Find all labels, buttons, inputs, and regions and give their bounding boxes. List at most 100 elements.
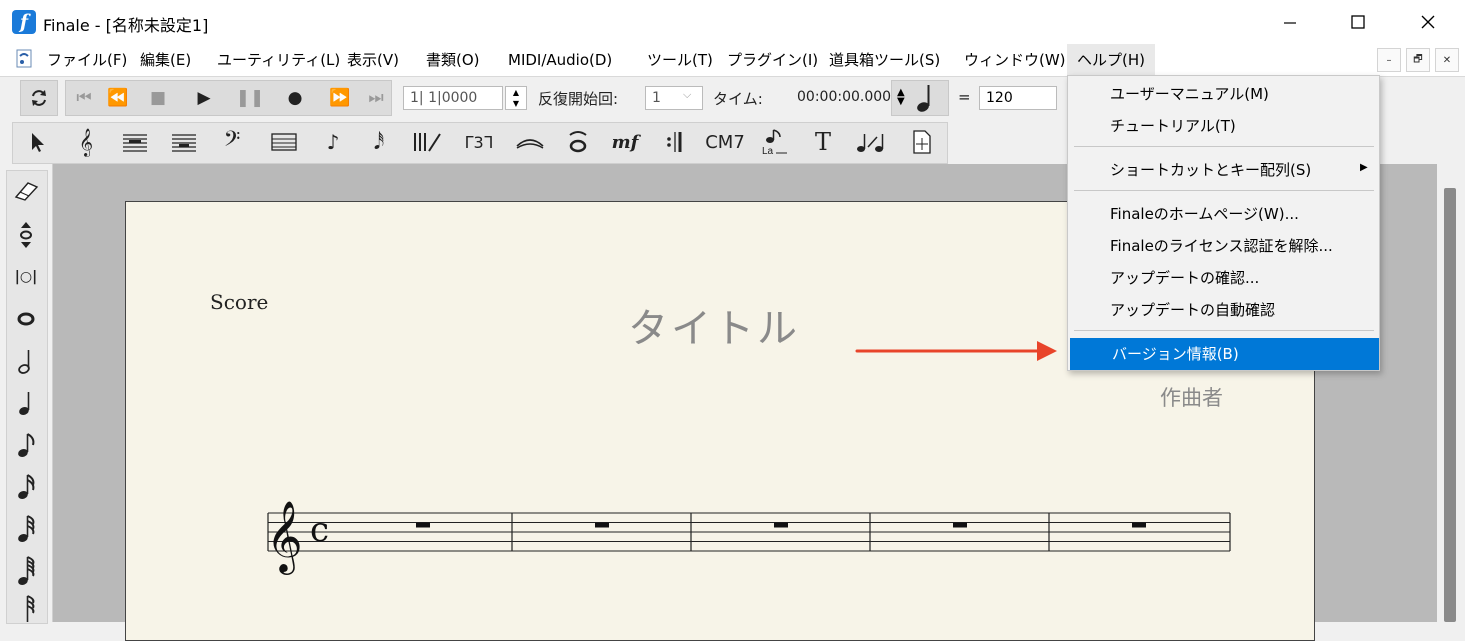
clef-tool-icon[interactable]: 𝄢	[211, 121, 253, 163]
close-icon	[1421, 15, 1435, 29]
mirror-tool-icon[interactable]	[851, 121, 893, 163]
repeat-start-label: 反復開始回:	[538, 90, 619, 108]
mdi-close-button[interactable]: ✕	[1435, 48, 1459, 72]
slur-tool-icon[interactable]	[509, 121, 551, 163]
lyrics-tool-icon[interactable]: La	[753, 121, 795, 163]
menu-tools[interactable]: ツール(T)	[647, 44, 713, 76]
common-time-signature: c	[310, 510, 329, 550]
title-bar	[0, 0, 1465, 44]
fast-forward-icon[interactable]: ⏩	[322, 80, 358, 116]
sixteenth-note-icon[interactable]	[6, 468, 46, 506]
time-label: タイム:	[713, 90, 763, 108]
chord-tool-icon[interactable]: CM7	[704, 121, 746, 163]
tuplet-tool-icon[interactable]: ᒥ3ᒣ	[458, 121, 500, 163]
repeat-count-select[interactable]: 1	[645, 86, 703, 110]
rewind-start-icon[interactable]: ⏮	[66, 80, 102, 116]
pause-icon[interactable]: ❚❚	[232, 80, 268, 116]
menu-item-tutorial[interactable]: チュートリアル(T)	[1068, 110, 1379, 142]
minimize-icon	[1284, 22, 1296, 24]
simple-entry-tool-icon[interactable]	[114, 121, 156, 163]
expression-note-tool-icon[interactable]	[557, 121, 599, 163]
half-note-icon[interactable]	[6, 342, 46, 380]
vertical-scrollbar-thumb[interactable]	[1444, 188, 1456, 622]
score-part-label[interactable]: Score	[210, 290, 268, 314]
key-signature-tool-icon[interactable]	[263, 121, 305, 163]
menu-item-homepage[interactable]: Finaleのホームページ(W)...	[1068, 198, 1379, 230]
menu-help[interactable]: ヘルプ(H)	[1067, 44, 1155, 76]
breve-rest-icon[interactable]: |○|	[6, 258, 46, 296]
menu-edit[interactable]: 編集(E)	[140, 44, 191, 76]
play-icon[interactable]: ▶	[186, 80, 222, 116]
stop-icon[interactable]: ■	[140, 80, 176, 116]
refresh-icon	[32, 90, 46, 106]
eraser-icon[interactable]	[6, 172, 46, 210]
help-dropdown-menu: ユーザーマニュアル(M) チュートリアル(T) ショートカットとキー配列(S) …	[1067, 75, 1380, 371]
menu-utilities[interactable]: ユーティリティ(L)	[217, 44, 340, 76]
whole-rest	[595, 522, 609, 528]
thirty-second-note-icon[interactable]	[6, 510, 46, 548]
menu-toolbox-tools[interactable]: 道具箱ツール(S)	[829, 44, 940, 76]
menu-item-check-updates[interactable]: アップデートの確認...	[1068, 262, 1379, 294]
menu-item-deauthorize[interactable]: Finaleのライセンス認証を解除...	[1068, 230, 1379, 262]
maximize-button[interactable]	[1323, 0, 1393, 44]
whole-rest	[774, 522, 788, 528]
menu-item-version-info[interactable]: バージョン情報(B)	[1070, 338, 1379, 370]
mdi-restore-button[interactable]: 🗗	[1406, 48, 1430, 72]
tie-flip-icon[interactable]	[6, 216, 46, 254]
menu-separator	[1074, 146, 1374, 147]
rewind-icon[interactable]: ⏪	[100, 80, 136, 116]
tempo-field[interactable]: 120	[979, 86, 1057, 110]
refresh-button[interactable]	[20, 80, 58, 116]
menu-item-shortcuts[interactable]: ショートカットとキー配列(S)	[1068, 154, 1379, 186]
svg-text:La: La	[762, 146, 774, 156]
score-title[interactable]: タイトル	[628, 296, 800, 354]
forward-end-icon[interactable]: ⏭	[358, 80, 394, 116]
minimize-button[interactable]	[1255, 0, 1325, 44]
smart-shape-tool-icon[interactable]	[407, 121, 449, 163]
speedy-entry-tool-icon[interactable]	[163, 121, 205, 163]
tempo-spinner-icon[interactable]: ▲ ▼	[897, 88, 905, 107]
window-title: Finale - [名称未設定1]	[43, 16, 209, 35]
quarter-note-tool-icon[interactable]	[6, 384, 46, 422]
expression-tool-icon[interactable]: mf	[604, 121, 646, 163]
articulation-tool-icon[interactable]: 𝅘𝅥𝅰	[358, 121, 400, 163]
menu-separator	[1074, 330, 1374, 331]
menu-window[interactable]: ウィンドウ(W)	[964, 44, 1066, 76]
menu-document[interactable]: 書類(O)	[426, 44, 480, 76]
hundred-twenty-eighth-note-icon[interactable]	[6, 594, 46, 622]
sixty-fourth-note-icon[interactable]	[6, 552, 46, 590]
menu-view[interactable]: 表示(V)	[347, 44, 399, 76]
eighth-note-tool-icon[interactable]: ♪	[312, 121, 354, 163]
staff-system[interactable]: 𝄞 c	[260, 495, 1240, 575]
submenu-arrow-icon: ▶	[1360, 162, 1368, 173]
mdi-minimize-button[interactable]: –	[1377, 48, 1401, 72]
resize-tool-icon[interactable]	[901, 121, 943, 163]
menu-separator	[1074, 190, 1374, 191]
menu-item-user-manual[interactable]: ユーザーマニュアル(M)	[1068, 78, 1379, 110]
close-button[interactable]	[1393, 0, 1463, 44]
whole-rest	[1132, 522, 1146, 528]
menu-file[interactable]: ファイル(F)	[47, 44, 127, 76]
selection-tool-icon[interactable]	[17, 121, 59, 163]
whole-note-icon[interactable]	[6, 300, 46, 338]
document-icon[interactable]	[14, 48, 36, 70]
menu-midi-audio[interactable]: MIDI/Audio(D)	[508, 44, 612, 76]
chevron-down-icon: ⌵	[683, 88, 692, 101]
quarter-note-icon	[913, 82, 937, 118]
text-tool-icon[interactable]: T	[802, 121, 844, 163]
menu-item-auto-update[interactable]: アップデートの自動確認	[1068, 294, 1379, 326]
maximize-icon	[1351, 15, 1365, 29]
menu-plugins[interactable]: プラグイン(I)	[727, 44, 818, 76]
tempo-equals: =	[958, 88, 971, 106]
annotation-arrow	[855, 341, 1057, 361]
eighth-note-icon[interactable]	[6, 426, 46, 464]
time-display: 00:00:00.000	[797, 89, 892, 105]
repeat-tool-icon[interactable]	[655, 121, 697, 163]
finale-app-icon[interactable]: f	[12, 10, 36, 34]
measure-spinner[interactable]: ▲ ▼	[505, 86, 527, 110]
record-icon[interactable]: ●	[277, 80, 313, 116]
staff-tool-icon[interactable]: 𝄞	[65, 121, 107, 163]
measure-field[interactable]: 1| 1|0000	[403, 86, 503, 110]
score-composer[interactable]: 作曲者	[1160, 382, 1223, 412]
tuplet-number: 3	[473, 132, 484, 152]
